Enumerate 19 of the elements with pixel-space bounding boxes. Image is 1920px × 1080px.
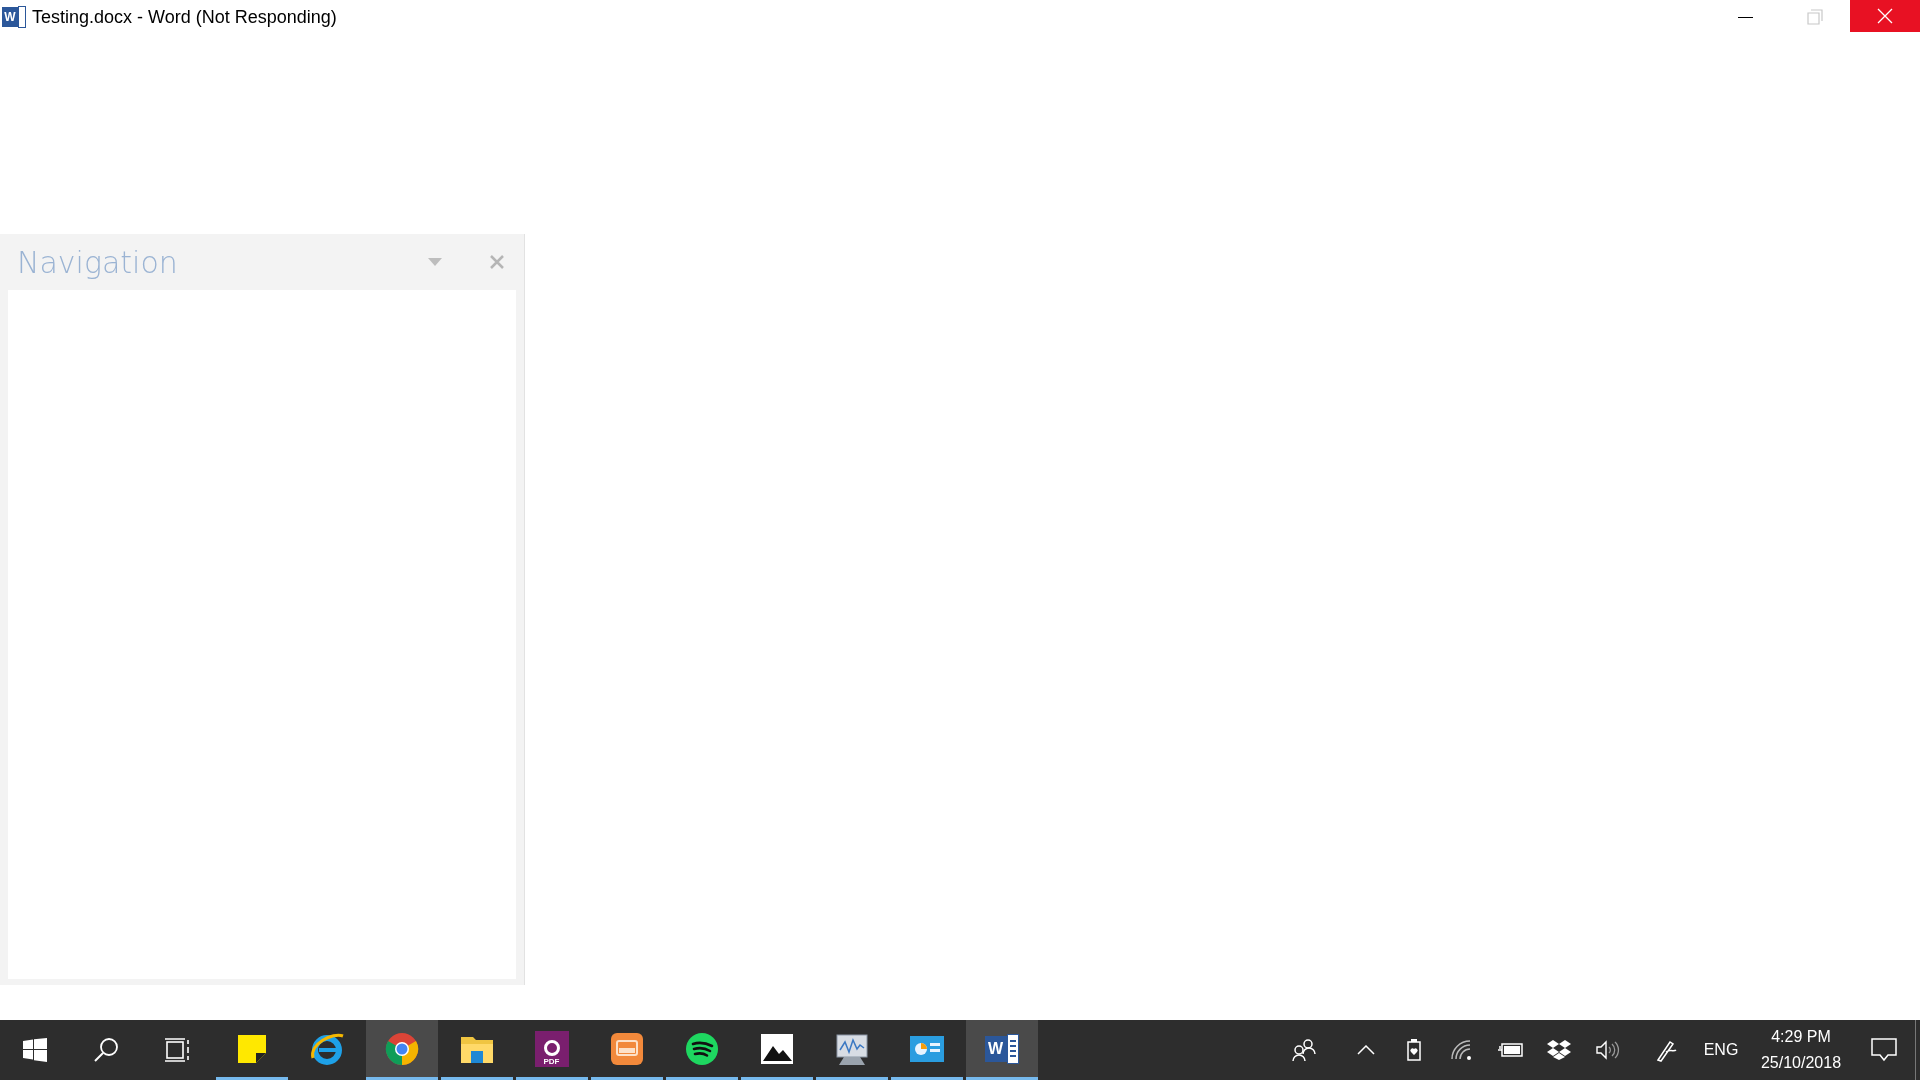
- pane-title: Navigation: [17, 243, 178, 282]
- sticky-note-icon: [236, 1033, 267, 1064]
- window-title: Testing.docx - Word (Not Responding): [32, 5, 337, 29]
- presentation-card-icon: [908, 1034, 945, 1063]
- clock[interactable]: 4:29 PM 25/10/2018: [1749, 1020, 1853, 1080]
- restore-icon: [1807, 9, 1823, 25]
- taskbar-app-button[interactable]: W: [965, 1020, 1038, 1080]
- sound-waves-icon: [684, 1031, 719, 1066]
- clock-time: 4:29 PM: [1771, 1027, 1831, 1047]
- close-icon: [1877, 8, 1893, 24]
- taskbar-app-button[interactable]: PDF: [515, 1020, 588, 1080]
- e-logo-icon: [308, 1031, 345, 1066]
- clock-date: 25/10/2018: [1760, 1053, 1842, 1073]
- language-indicator[interactable]: ENG: [1693, 1020, 1749, 1080]
- mountain-picture-icon: [759, 1032, 794, 1065]
- round-logo-icon: [384, 1031, 419, 1066]
- monitor-chart-icon: [833, 1031, 870, 1066]
- slides-app-icon: [609, 1031, 644, 1066]
- pdf-document-icon: PDF: [534, 1030, 569, 1067]
